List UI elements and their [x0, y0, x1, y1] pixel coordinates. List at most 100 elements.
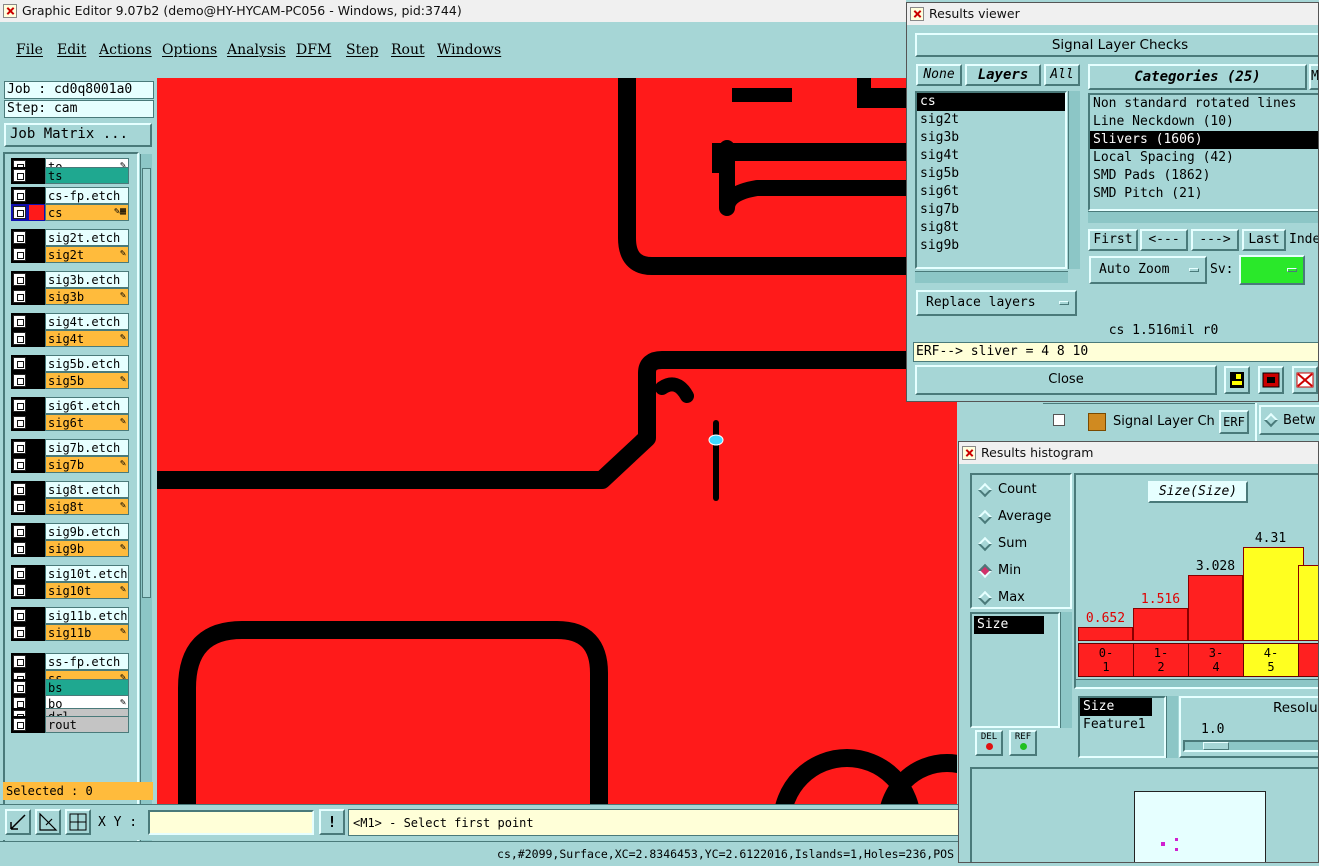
- rv-layer-item[interactable]: sig9b: [917, 237, 1065, 255]
- layer-row[interactable]: sig8t ✎: [11, 498, 129, 515]
- layer-row[interactable]: sig2t ✎: [11, 246, 129, 263]
- layer-state-cell[interactable]: [11, 229, 45, 246]
- layer-row[interactable]: sig5b ✎: [11, 372, 129, 389]
- layer-state-cell[interactable]: [11, 653, 45, 670]
- category-hscrollbar[interactable]: [1088, 211, 1318, 223]
- mode-option[interactable]: Max: [977, 589, 1068, 609]
- layer-label[interactable]: sig9b.etch: [45, 523, 129, 540]
- layer-label[interactable]: sig9b: [45, 540, 129, 557]
- layer-row[interactable]: sig2t.etch: [11, 229, 129, 246]
- layer-label[interactable]: sig4t: [45, 330, 129, 347]
- layer-row[interactable]: sig7b.etch: [11, 439, 129, 456]
- severity-color-menu[interactable]: [1239, 255, 1305, 285]
- menu-options[interactable]: Options: [162, 42, 217, 58]
- alert-button[interactable]: !: [319, 809, 345, 835]
- layer-state-cell[interactable]: [11, 271, 45, 288]
- rv-layer-item[interactable]: sig3b: [917, 129, 1065, 147]
- histogram-bar[interactable]: [1133, 608, 1188, 641]
- auto-zoom-menu[interactable]: Auto Zoom: [1089, 256, 1207, 284]
- rv-layer-item[interactable]: sig5b: [917, 165, 1065, 183]
- layer-checkbox-icon[interactable]: [13, 206, 26, 219]
- layer-checkbox-icon[interactable]: [13, 332, 26, 345]
- layer-row[interactable]: sig7b ✎: [11, 456, 129, 473]
- layer-state-cell[interactable]: [11, 204, 45, 221]
- layer-label[interactable]: sig11b: [45, 624, 129, 641]
- layer-state-cell[interactable]: [11, 414, 45, 431]
- category-item[interactable]: Local Spacing (42): [1090, 149, 1318, 167]
- radio-icon[interactable]: [977, 563, 993, 579]
- layer-label[interactable]: sig11b.etch: [45, 607, 129, 624]
- layer-checkbox-icon[interactable]: [13, 584, 26, 597]
- category-item[interactable]: SMD Pads (1862): [1090, 167, 1318, 185]
- radio-icon[interactable]: [977, 536, 993, 552]
- layer-state-cell[interactable]: [11, 565, 45, 582]
- layer-state-cell[interactable]: [11, 582, 45, 599]
- graphic-canvas[interactable]: [157, 78, 957, 804]
- layer-state-cell[interactable]: [11, 716, 45, 733]
- layer-row[interactable]: rout: [11, 716, 129, 733]
- layer-checkbox-icon[interactable]: [13, 189, 26, 202]
- layer-checkbox-icon[interactable]: [13, 542, 26, 555]
- category-item[interactable]: Line Neckdown (10): [1090, 113, 1318, 131]
- all-button[interactable]: All: [1044, 64, 1080, 86]
- layer-label[interactable]: sig2t.etch: [45, 229, 129, 246]
- layer-label[interactable]: sig2t: [45, 246, 129, 263]
- results-viewer-title-bar[interactable]: Results viewer: [907, 3, 1318, 25]
- layer-label[interactable]: sig7b.etch: [45, 439, 129, 456]
- histogram-bar[interactable]: [1243, 547, 1304, 641]
- menu-actions[interactable]: Actions: [99, 42, 152, 58]
- layer-label[interactable]: sig10t.etch: [45, 565, 129, 582]
- layer-row[interactable]: cs ✎▦: [11, 204, 129, 221]
- layer-state-cell[interactable]: [11, 481, 45, 498]
- snap-tool-button[interactable]: [65, 809, 91, 835]
- layer-state-cell[interactable]: [11, 523, 45, 540]
- layer-label[interactable]: sig8t: [45, 498, 129, 515]
- layer-row[interactable]: sig4t ✎: [11, 330, 129, 347]
- layer-checkbox-icon[interactable]: [13, 374, 26, 387]
- layer-state-cell[interactable]: [11, 397, 45, 414]
- histogram-hscrollbar[interactable]: [1076, 679, 1318, 687]
- attribute-item[interactable]: Size: [974, 616, 1044, 634]
- layer-row[interactable]: sig6t.etch: [11, 397, 129, 414]
- menu-file[interactable]: File: [16, 42, 43, 58]
- layer-checkbox-icon[interactable]: [13, 718, 26, 731]
- rv-layer-item[interactable]: sig8t: [917, 219, 1065, 237]
- layer-list-scrollbar[interactable]: [140, 154, 152, 852]
- signal-task-label[interactable]: Signal Layer Ch: [1113, 414, 1215, 429]
- layer-state-cell[interactable]: [11, 246, 45, 263]
- layer-checkbox-icon[interactable]: [13, 525, 26, 538]
- layer-checkbox-icon[interactable]: [13, 399, 26, 412]
- mode-option[interactable]: Count: [977, 481, 1068, 501]
- layer-checkbox-icon[interactable]: [13, 248, 26, 261]
- layer-row[interactable]: sig5b.etch: [11, 355, 129, 372]
- reference-button[interactable]: REF: [1009, 730, 1037, 756]
- layer-checkbox-icon[interactable]: [13, 483, 26, 496]
- highlight-button[interactable]: [1224, 366, 1250, 394]
- layer-row[interactable]: sig9b ✎: [11, 540, 129, 557]
- layer-state-cell[interactable]: [11, 439, 45, 456]
- screenshot-button[interactable]: [1258, 366, 1284, 394]
- rv-layer-item[interactable]: sig2t: [917, 111, 1065, 129]
- layers-button[interactable]: Layers: [965, 64, 1041, 86]
- mode-option[interactable]: Min: [977, 562, 1068, 582]
- replace-layers-menu[interactable]: Replace layers: [916, 290, 1077, 316]
- menu-edit[interactable]: Edit: [57, 42, 86, 58]
- sliver-marker[interactable]: [708, 434, 724, 446]
- layer-state-cell[interactable]: [11, 624, 45, 641]
- layer-row[interactable]: cs-fp.etch: [11, 187, 129, 204]
- layer-checkbox-icon[interactable]: [13, 500, 26, 513]
- layer-scroll-thumb[interactable]: [142, 168, 151, 598]
- layer-row[interactable]: sig6t ✎: [11, 414, 129, 431]
- rv-layer-item[interactable]: sig4t: [917, 147, 1065, 165]
- layer-state-cell[interactable]: [11, 187, 45, 204]
- zoom-tool-button[interactable]: [5, 809, 31, 835]
- category-item[interactable]: Non standard rotated lines: [1090, 95, 1318, 113]
- layer-checkbox-icon[interactable]: [13, 567, 26, 580]
- layer-state-cell[interactable]: [11, 498, 45, 515]
- mode-option[interactable]: Sum: [977, 535, 1068, 555]
- layer-checkbox-icon[interactable]: [13, 231, 26, 244]
- layer-checkbox-icon[interactable]: [13, 655, 26, 668]
- menu-analysis[interactable]: Analysis: [227, 42, 286, 58]
- layer-state-cell[interactable]: [11, 456, 45, 473]
- layer-label[interactable]: sig3b: [45, 288, 129, 305]
